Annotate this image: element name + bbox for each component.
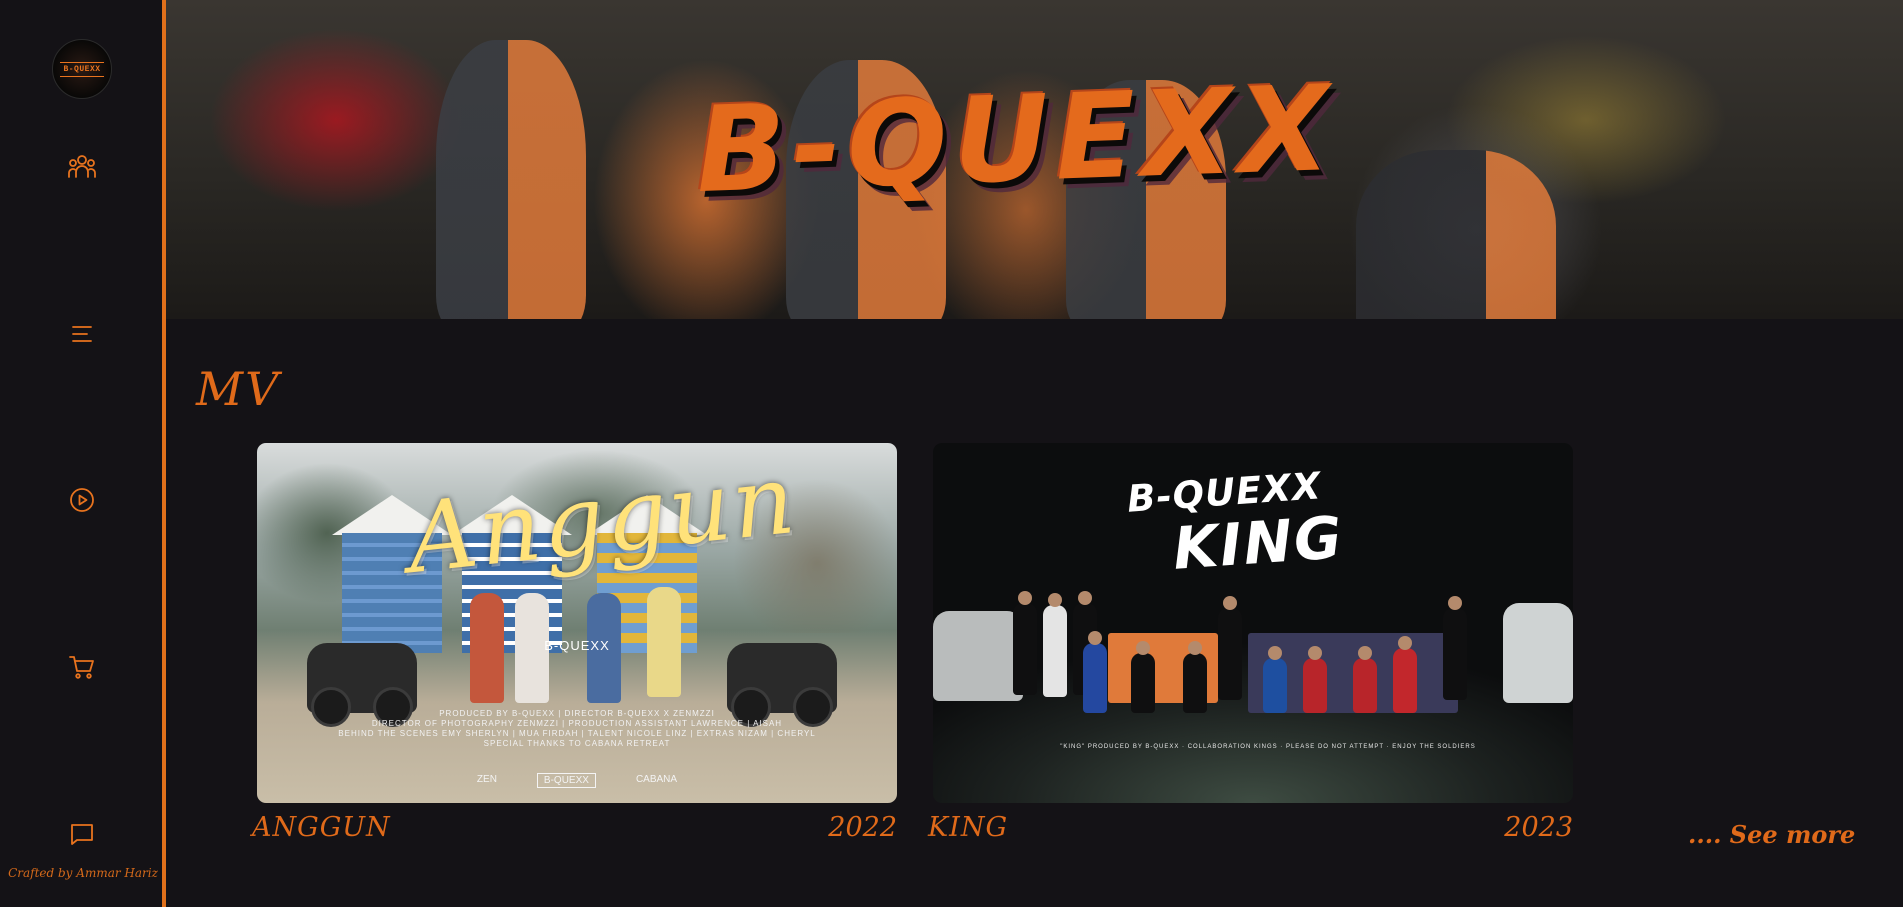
mv-year-king: 2023 bbox=[1504, 812, 1573, 843]
hero-title: B-QUEXX bbox=[693, 58, 1338, 220]
chat-icon[interactable] bbox=[63, 815, 101, 853]
credit-line: SPECIAL THANKS TO CABANA RETREAT bbox=[483, 739, 671, 748]
thumbnail-band-mark: B-QUEXX bbox=[544, 638, 610, 653]
sponsor-logo: ZEN bbox=[476, 774, 497, 785]
crowd-member bbox=[1303, 646, 1327, 713]
member-figure bbox=[436, 40, 586, 319]
play-icon[interactable] bbox=[63, 481, 101, 519]
crowd-member bbox=[1443, 596, 1467, 700]
car bbox=[1503, 603, 1573, 703]
sponsor-logos: ZEN B-QUEXX CABANA bbox=[257, 773, 897, 788]
car bbox=[933, 611, 1023, 701]
atv bbox=[307, 643, 417, 727]
thumbnail-credits: PRODUCED BY B-QUEXX | DIRECTOR B-QUEXX X… bbox=[297, 709, 857, 749]
band-logo[interactable]: B-QUEXX bbox=[52, 39, 112, 99]
crowd-member bbox=[1263, 646, 1287, 713]
credit-line: PRODUCED BY B-QUEXX | DIRECTOR B-QUEXX X… bbox=[439, 709, 715, 718]
crowd-member bbox=[1083, 631, 1107, 713]
mv-card-king[interactable]: B-QUEXX KING "KING" PRODUCED BY B-QUEXX … bbox=[933, 443, 1573, 803]
sidebar: B-QUEXX Crafted by Ammar Hariz bbox=[0, 0, 166, 907]
crowd-member bbox=[1393, 636, 1417, 713]
see-more-link[interactable]: .... See more bbox=[1688, 820, 1855, 849]
sponsor-logo: B-QUEXX bbox=[536, 773, 596, 788]
crowd-member bbox=[1013, 591, 1037, 695]
mv-label-anggun[interactable]: ANGGUN bbox=[252, 812, 391, 843]
crafted-by-credit: Crafted by Ammar Hariz bbox=[8, 866, 158, 880]
logo-text: B-QUEXX bbox=[60, 61, 104, 77]
thumbnail-title: KING bbox=[1170, 503, 1346, 583]
thumbnail-caption: "KING" PRODUCED BY B-QUEXX · COLLABORATI… bbox=[1060, 744, 1476, 750]
hero-banner: B-QUEXX bbox=[166, 0, 1903, 319]
cart-icon[interactable] bbox=[63, 648, 101, 686]
mv-year-anggun: 2022 bbox=[828, 812, 897, 843]
crowd-member bbox=[1043, 593, 1067, 697]
crowd-member bbox=[1131, 641, 1155, 713]
members-icon[interactable] bbox=[63, 148, 101, 186]
crowd-member bbox=[1183, 641, 1207, 713]
mv-card-anggun[interactable]: Anggun B-QUEXX PRODUCED BY B-QUEXX | DIR… bbox=[257, 443, 897, 803]
menu-icon[interactable] bbox=[63, 315, 101, 353]
crowd-member bbox=[1353, 646, 1377, 713]
crowd-member bbox=[1218, 596, 1242, 700]
sponsor-logo: CABANA bbox=[635, 774, 678, 785]
section-title-mv: MV bbox=[196, 362, 281, 416]
mv-label-king[interactable]: KING bbox=[928, 812, 1008, 843]
atv bbox=[727, 643, 837, 727]
credit-line: BEHIND THE SCENES EMY SHERLYN | MUA FIRD… bbox=[338, 729, 816, 738]
member-figure bbox=[1356, 150, 1556, 319]
credit-line: DIRECTOR OF PHOTOGRAPHY ZENMZZI | PRODUC… bbox=[371, 719, 783, 728]
